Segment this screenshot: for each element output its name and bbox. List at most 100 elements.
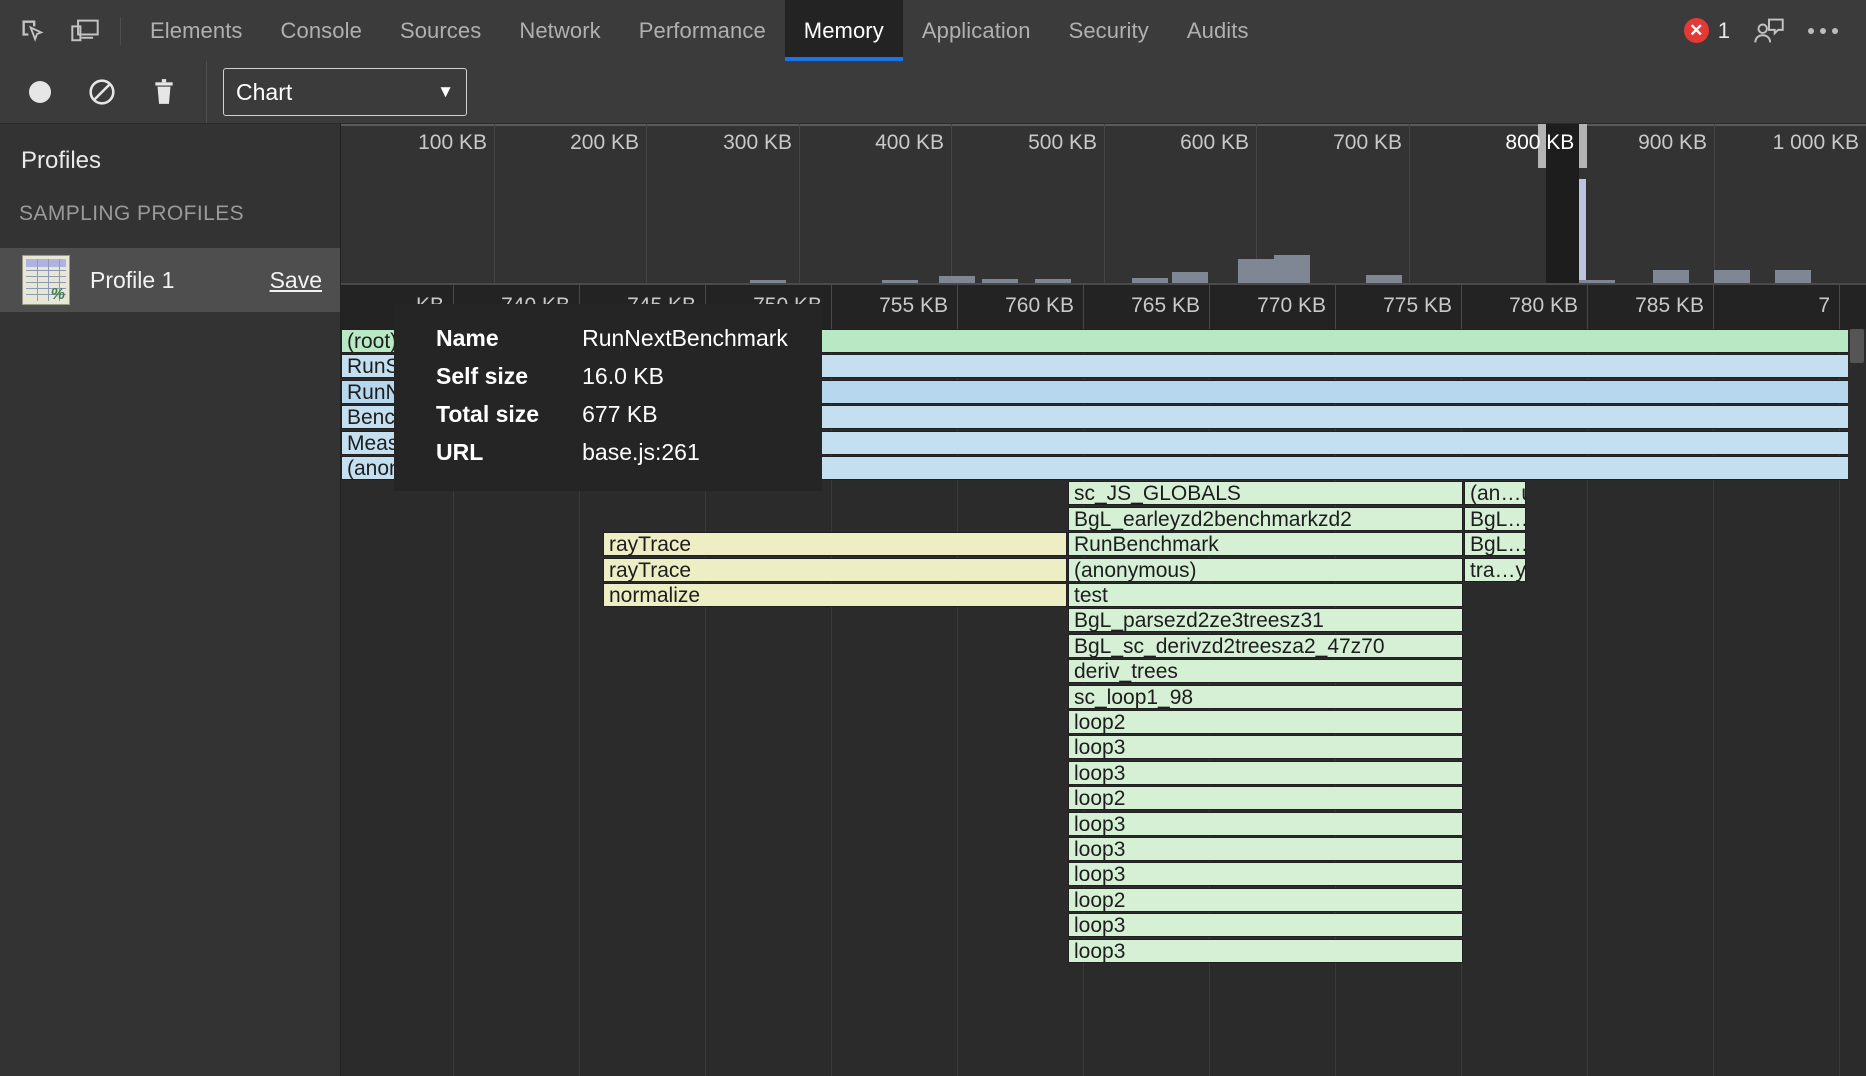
flame-bar[interactable]: sc_loop1_98 <box>1068 685 1463 709</box>
sidebar-section-header: SAMPLING PROFILES <box>0 175 340 226</box>
overview-tick-label: 700 KB <box>1333 131 1409 155</box>
flame-tooltip: NameRunNextBenchmarkSelf size16.0 KBTota… <box>394 304 822 491</box>
ruler-gridline <box>1713 285 1714 329</box>
chevron-down-icon: ▼ <box>437 82 454 102</box>
flame-bar[interactable]: BgL_earleyzd2benchmarkzd2 <box>1068 507 1463 531</box>
view-mode-value: Chart <box>236 79 292 106</box>
overview-bar <box>1775 270 1811 284</box>
allocation-overview[interactable]: 100 KB200 KB300 KB400 KB500 KB600 KB700 … <box>341 124 1866 285</box>
overview-tick-label: 600 KB <box>1180 131 1256 155</box>
ruler-tick-label: 780 KB <box>1509 294 1587 318</box>
ruler-gridline <box>831 285 832 329</box>
ruler-gridline <box>1083 285 1084 329</box>
tab-console[interactable]: Console <box>262 0 381 61</box>
profile-spreadsheet-icon: % <box>22 255 70 305</box>
ruler-gridline <box>1839 285 1840 329</box>
tabbar-left-icons <box>0 0 131 61</box>
more-options-icon[interactable] <box>1798 6 1848 56</box>
flame-bar[interactable]: deriv_trees <box>1068 659 1463 683</box>
ruler-gridline <box>1335 285 1336 329</box>
delete-trash-icon[interactable] <box>146 74 182 110</box>
ruler-tick-label: 760 KB <box>1005 294 1083 318</box>
ruler-tick-label: 775 KB <box>1383 294 1461 318</box>
memory-toolbar: Chart ▼ <box>0 61 1866 124</box>
tab-network[interactable]: Network <box>500 0 619 61</box>
flame-bar[interactable]: BgL_sc_derivzd2treesza2_47z70 <box>1068 634 1463 658</box>
flame-bar[interactable]: sc_JS_GLOBALS <box>1068 481 1463 505</box>
ruler-tick-label: 7 <box>1818 294 1839 318</box>
ruler-gridline <box>1587 285 1588 329</box>
flame-bar[interactable]: loop3 <box>1068 939 1463 963</box>
tab-audits[interactable]: Audits <box>1168 0 1268 61</box>
view-mode-select[interactable]: Chart ▼ <box>223 68 467 116</box>
tab-elements[interactable]: Elements <box>131 0 262 61</box>
flame-bar[interactable]: test <box>1068 583 1463 607</box>
flame-bar[interactable]: tra…yer <box>1464 558 1526 582</box>
flame-bar[interactable]: (an…us) <box>1464 481 1526 505</box>
tab-application[interactable]: Application <box>903 0 1050 61</box>
flame-bar[interactable]: normalize <box>603 583 1067 607</box>
sidebar-item-profile-1[interactable]: % Profile 1 Save <box>0 248 340 312</box>
flame-scrollbar-thumb[interactable] <box>1850 329 1864 363</box>
clear-no-entry-icon[interactable] <box>84 74 120 110</box>
flame-bar[interactable]: loop3 <box>1068 761 1463 785</box>
overview-bar <box>1274 255 1310 284</box>
record-circle-icon[interactable] <box>22 74 58 110</box>
ruler-gridline <box>1461 285 1462 329</box>
flame-bar[interactable]: loop3 <box>1068 913 1463 937</box>
toolbar-divider <box>120 17 121 45</box>
overview-tick-label: 900 KB <box>1638 131 1714 155</box>
ruler-tick-label: 785 KB <box>1635 294 1713 318</box>
tooltip-key: Name <box>436 325 539 352</box>
overview-tick-label: 300 KB <box>723 131 799 155</box>
profiles-sidebar: Profiles SAMPLING PROFILES % Profile 1 S… <box>0 124 341 1076</box>
overview-tick-label: 500 KB <box>1028 131 1104 155</box>
flame-bar[interactable]: loop2 <box>1068 888 1463 912</box>
flame-bar[interactable]: BgL_parsezd2ze3treesz31 <box>1068 608 1463 632</box>
ruler-gridline <box>957 285 958 329</box>
overview-bar <box>1238 259 1274 284</box>
devtools-tabbar: Elements Console Sources Network Perform… <box>0 0 1866 62</box>
memory-toolbar-icons <box>0 74 182 110</box>
error-circle-icon: ✕ <box>1684 18 1709 43</box>
flame-bar[interactable]: BgL…d2 <box>1464 532 1526 556</box>
flame-bar[interactable]: loop3 <box>1068 837 1463 861</box>
tooltip-key: URL <box>436 439 539 466</box>
flame-bar[interactable]: loop2 <box>1068 710 1463 734</box>
flame-bar[interactable]: (anonymous) <box>1068 558 1463 582</box>
tooltip-key: Self size <box>436 363 539 390</box>
overview-tick-label: 100 KB <box>418 131 494 155</box>
overview-tick-label: 400 KB <box>875 131 951 155</box>
tooltip-value: base.js:261 <box>582 439 788 466</box>
flame-bar[interactable]: BgL…d2 <box>1464 507 1526 531</box>
save-profile-link[interactable]: Save <box>270 267 322 294</box>
devtools-window: Elements Console Sources Network Perform… <box>0 0 1866 1076</box>
tabbar-right-icons: ✕ 1 <box>1674 0 1866 61</box>
flame-bar[interactable]: loop3 <box>1068 735 1463 759</box>
tab-memory[interactable]: Memory <box>785 0 903 61</box>
ruler-tick-label: 765 KB <box>1131 294 1209 318</box>
overview-bars <box>341 164 1866 284</box>
inspect-element-icon[interactable] <box>10 8 56 54</box>
tab-security[interactable]: Security <box>1050 0 1168 61</box>
device-toolbar-icon[interactable] <box>62 8 108 54</box>
tooltip-value: 677 KB <box>582 401 788 428</box>
flame-bar[interactable]: rayTrace <box>603 532 1067 556</box>
tooltip-key: Total size <box>436 401 539 428</box>
flame-scrollbar[interactable] <box>1848 329 1866 1076</box>
flame-bar[interactable]: loop2 <box>1068 786 1463 810</box>
flame-bar[interactable]: loop3 <box>1068 862 1463 886</box>
tab-performance[interactable]: Performance <box>620 0 785 61</box>
flame-bar[interactable]: rayTrace <box>603 558 1067 582</box>
tooltip-value: 16.0 KB <box>582 363 788 390</box>
error-count: 1 <box>1718 18 1730 44</box>
profile-label: Profile 1 <box>90 267 174 294</box>
tab-sources[interactable]: Sources <box>381 0 500 61</box>
error-badge[interactable]: ✕ 1 <box>1674 18 1740 44</box>
flame-bar[interactable]: loop3 <box>1068 812 1463 836</box>
feedback-person-icon[interactable] <box>1744 6 1794 56</box>
overview-bar <box>1714 270 1750 284</box>
toolbar-divider-2 <box>206 61 207 123</box>
memory-main-panel: 100 KB200 KB300 KB400 KB500 KB600 KB700 … <box>341 124 1866 1076</box>
flame-bar[interactable]: RunBenchmark <box>1068 532 1463 556</box>
